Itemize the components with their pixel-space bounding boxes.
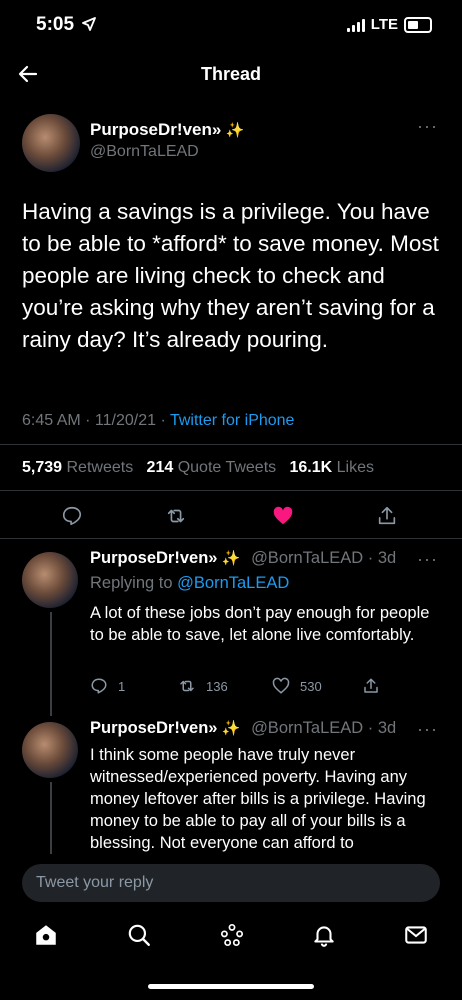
tweet-source[interactable]: Twitter for iPhone bbox=[170, 412, 295, 429]
retweet-icon[interactable] bbox=[165, 505, 187, 527]
heart-icon bbox=[272, 677, 290, 694]
share-icon[interactable] bbox=[362, 677, 380, 695]
reply-action[interactable]: 1 bbox=[90, 677, 125, 695]
sparkles-emoji: ✨ bbox=[225, 122, 245, 139]
share-icon[interactable] bbox=[376, 505, 398, 527]
home-indicator bbox=[148, 984, 314, 989]
retweet-icon bbox=[180, 680, 194, 692]
tweet-meta: 6:45 AM · 11/20/21 · Twitter for iPhone bbox=[22, 412, 295, 429]
replying-to: Replying to @BornTaLEAD bbox=[90, 574, 290, 592]
sparkles-emoji: ✨ bbox=[221, 720, 241, 737]
tweet-date: 11/20/21 bbox=[94, 412, 157, 429]
divider bbox=[0, 490, 462, 491]
replying-to-handle[interactable]: @BornTaLEAD bbox=[177, 574, 289, 592]
reply-icon[interactable] bbox=[61, 505, 83, 527]
more-icon[interactable]: ··· bbox=[417, 116, 438, 137]
likes-stat[interactable]: 16.1K Likes bbox=[289, 459, 374, 476]
reply-text-clip: I think some people have truly never wit… bbox=[90, 744, 440, 856]
retweet-action[interactable]: 136 bbox=[178, 677, 228, 695]
display-name: PurposeDr!ven» bbox=[90, 549, 218, 567]
author-name-row[interactable]: PurposeDr!ven» ✨ bbox=[90, 120, 244, 140]
location-icon bbox=[82, 17, 96, 31]
heart-icon[interactable] bbox=[272, 505, 294, 527]
avatar[interactable] bbox=[22, 552, 78, 608]
sparkles-emoji: ✨ bbox=[221, 550, 241, 567]
search-icon[interactable] bbox=[126, 922, 152, 948]
like-count: 530 bbox=[300, 678, 322, 694]
more-icon[interactable]: ··· bbox=[417, 549, 438, 570]
reply-text: A lot of these jobs don’t pay enough for… bbox=[90, 604, 430, 644]
page-title: Thread bbox=[200, 64, 261, 84]
avatar[interactable] bbox=[22, 722, 78, 778]
retweet-count: 136 bbox=[206, 678, 228, 694]
reply-author-row[interactable]: PurposeDr!ven» ✨ @BornTaLEAD · 3d bbox=[90, 719, 396, 738]
thread-line bbox=[50, 782, 52, 854]
author-handle: @BornTaLEAD bbox=[90, 143, 199, 160]
quotes-stat[interactable]: 214 Quote Tweets bbox=[147, 459, 277, 476]
status-indicators: LTE bbox=[346, 16, 432, 33]
reply-text: I think some people have truly never wit… bbox=[90, 746, 426, 852]
divider bbox=[0, 444, 462, 445]
tweet-text: Having a savings is a privilege. You hav… bbox=[22, 199, 439, 352]
thread-line bbox=[50, 612, 52, 716]
status-time: 5:05 bbox=[36, 14, 75, 35]
reply-input[interactable]: Tweet your reply bbox=[22, 864, 440, 902]
handle-time: @BornTaLEAD · 3d bbox=[251, 549, 397, 567]
notifications-icon[interactable] bbox=[311, 922, 337, 948]
reply-input-placeholder: Tweet your reply bbox=[36, 874, 154, 891]
home-icon[interactable] bbox=[33, 922, 59, 948]
display-name: PurposeDr!ven» bbox=[90, 120, 222, 139]
reply-count: 1 bbox=[118, 678, 126, 694]
signal-icon bbox=[346, 18, 365, 32]
avatar[interactable] bbox=[22, 114, 80, 172]
battery-icon bbox=[404, 16, 432, 33]
retweets-stat[interactable]: 5,739 Retweets bbox=[22, 459, 133, 476]
tweet-time: 6:45 AM bbox=[22, 412, 81, 429]
more-icon[interactable]: ··· bbox=[417, 719, 438, 740]
handle-time: @BornTaLEAD · 3d bbox=[251, 719, 397, 737]
like-action[interactable]: 530 bbox=[272, 677, 322, 695]
divider bbox=[0, 538, 462, 539]
reply-icon bbox=[91, 678, 107, 694]
network-label: LTE bbox=[370, 16, 398, 33]
engagement-stats: 5,739 Retweets 214 Quote Tweets 16.1K Li… bbox=[22, 459, 374, 477]
spaces-icon[interactable] bbox=[219, 922, 245, 948]
display-name: PurposeDr!ven» bbox=[90, 719, 218, 737]
reply-author-row[interactable]: PurposeDr!ven» ✨ @BornTaLEAD · 3d bbox=[90, 549, 396, 568]
messages-icon[interactable] bbox=[403, 922, 429, 948]
